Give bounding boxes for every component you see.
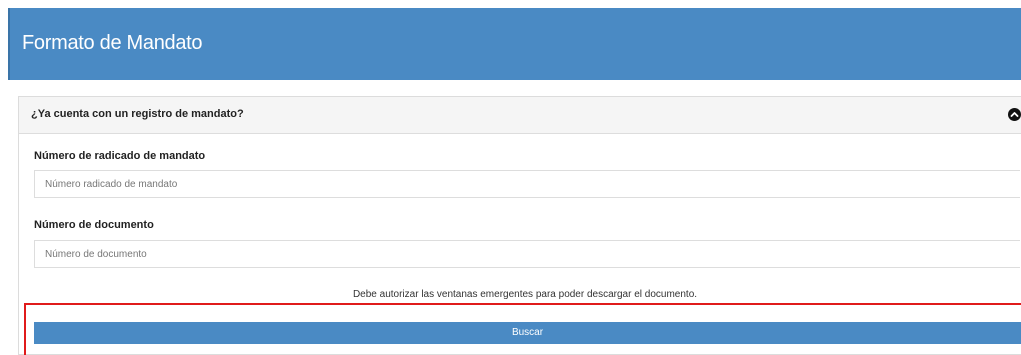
popup-notice: Debe autorizar las ventanas emergentes p…	[352, 289, 698, 300]
search-button[interactable]: Buscar	[34, 322, 1021, 344]
panel-title: ¿Ya cuenta con un registro de mandato?	[31, 108, 244, 120]
radicado-label: Número de radicado de mandato	[34, 150, 206, 162]
page-header: Formato de Mandato	[8, 8, 1021, 80]
radicado-input[interactable]	[34, 170, 1020, 198]
documento-input[interactable]	[34, 240, 1020, 268]
chevron-up-circle-icon[interactable]	[1008, 108, 1021, 121]
page: Formato de Mandato ¿Ya cuenta con un reg…	[0, 0, 1021, 355]
panel-header[interactable]: ¿Ya cuenta con un registro de mandato?	[19, 97, 1021, 134]
page-title: Formato de Mandato	[22, 32, 203, 54]
documento-label: Número de documento	[34, 219, 154, 231]
